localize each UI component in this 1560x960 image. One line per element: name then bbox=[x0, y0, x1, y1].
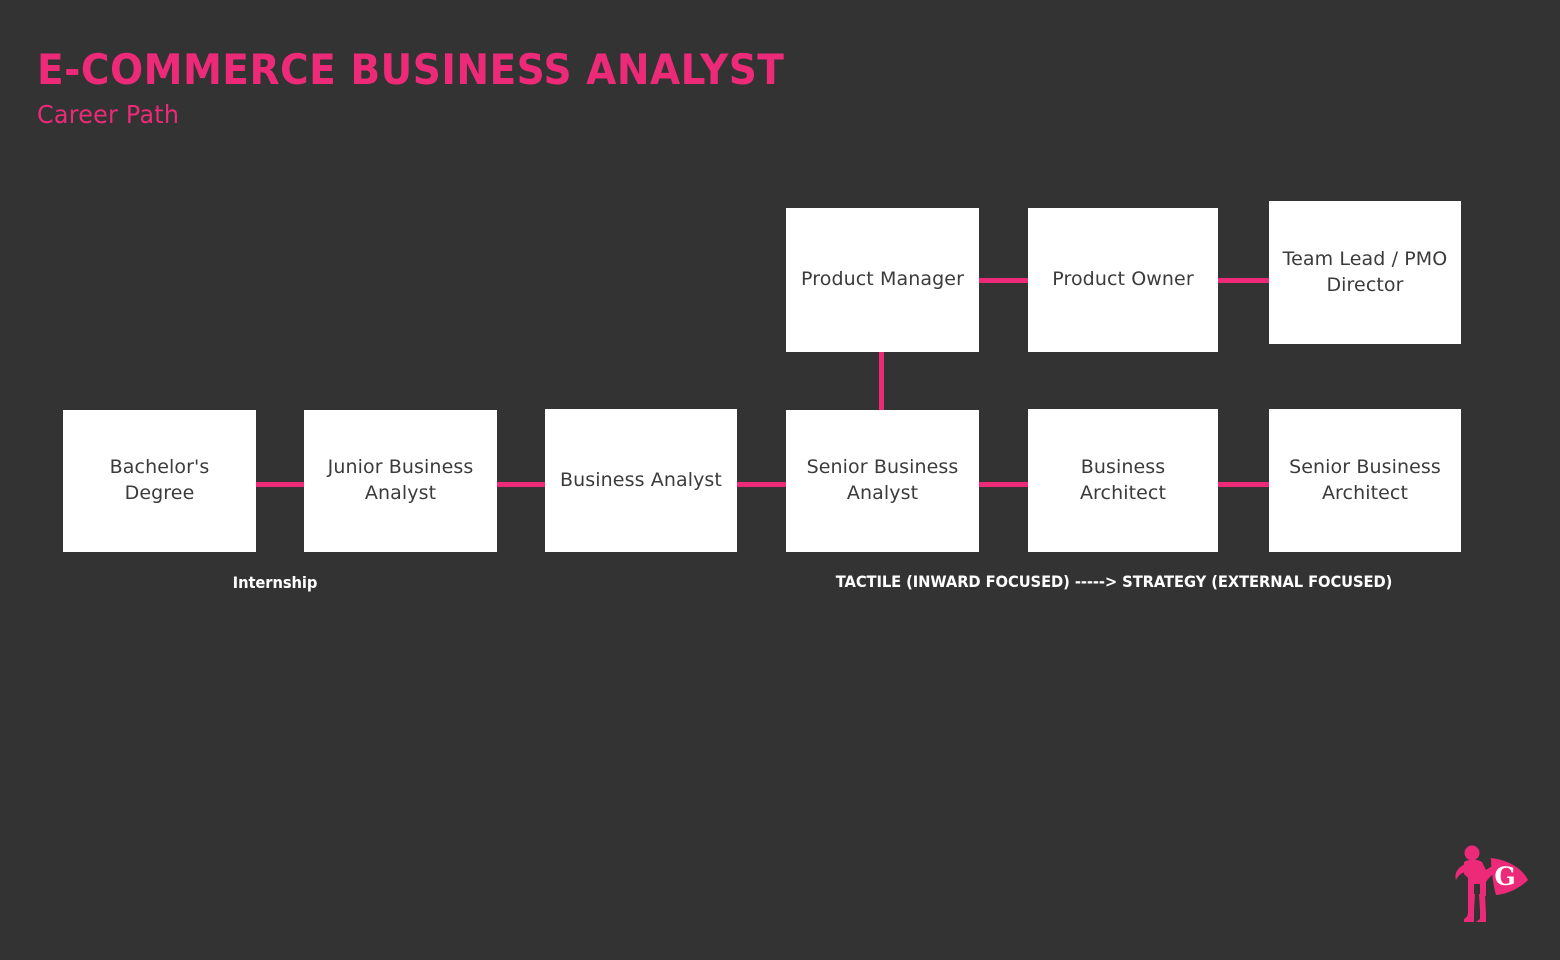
logo-letter: G bbox=[1494, 862, 1515, 891]
node-product-owner[interactable]: Product Owner bbox=[1028, 208, 1218, 352]
hero-leg-left bbox=[1464, 894, 1475, 922]
node-label: Product Owner bbox=[1052, 268, 1194, 291]
node-label: Junior Business Analyst bbox=[327, 456, 474, 504]
node-label: Business Architect bbox=[1079, 455, 1167, 504]
node-label: Senior Business Architect bbox=[1289, 455, 1441, 504]
connector-bachelors-to-junior-ba bbox=[256, 482, 304, 487]
career-path-diagram: Product Manager Product Owner Team Lead … bbox=[0, 0, 1560, 960]
hero-arm bbox=[1455, 864, 1465, 880]
node-senior-business-analyst[interactable]: Senior Business Analyst bbox=[786, 410, 979, 552]
hero-leg-right bbox=[1476, 894, 1486, 922]
node-business-analyst[interactable]: Business Analyst bbox=[545, 409, 737, 552]
connector-ba-to-senior-ba bbox=[737, 482, 786, 487]
connector-business-architect-to-senior-architect bbox=[1218, 482, 1269, 487]
node-label: Senior Business Analyst bbox=[806, 456, 959, 504]
connector-junior-ba-to-ba bbox=[497, 482, 545, 487]
node-product-manager[interactable]: Product Manager bbox=[786, 208, 979, 352]
caption-tactile-to-strategy: TACTILE (INWARD FOCUSED) -----> STRATEGY… bbox=[835, 572, 1393, 591]
node-junior-business-analyst[interactable]: Junior Business Analyst bbox=[304, 410, 497, 552]
connector-product-manager-to-product-owner bbox=[979, 278, 1028, 283]
hero-head bbox=[1464, 845, 1480, 861]
connector-senior-ba-to-product-manager bbox=[879, 352, 884, 410]
node-label: Team Lead / PMO Director bbox=[1282, 247, 1448, 296]
superhero-logo-icon: G bbox=[1455, 845, 1528, 922]
node-label: Product Manager bbox=[801, 268, 964, 291]
connector-senior-ba-to-business-architect bbox=[979, 482, 1028, 487]
node-business-architect[interactable]: Business Architect bbox=[1028, 409, 1218, 552]
node-label: Business Analyst bbox=[560, 468, 722, 491]
node-bachelors-degree[interactable]: Bachelor's Degree bbox=[63, 410, 256, 552]
node-senior-business-architect[interactable]: Senior Business Architect bbox=[1269, 409, 1461, 552]
caption-internship: Internship bbox=[232, 573, 318, 592]
node-team-lead-pmo-director[interactable]: Team Lead / PMO Director bbox=[1269, 201, 1461, 344]
superhero-logo: G bbox=[1446, 840, 1536, 930]
slide-canvas: E-COMMERCE BUSINESS ANALYST Career Path … bbox=[0, 0, 1560, 960]
node-label: Bachelor's Degree bbox=[109, 456, 210, 504]
connector-product-owner-to-team-lead bbox=[1218, 278, 1269, 283]
